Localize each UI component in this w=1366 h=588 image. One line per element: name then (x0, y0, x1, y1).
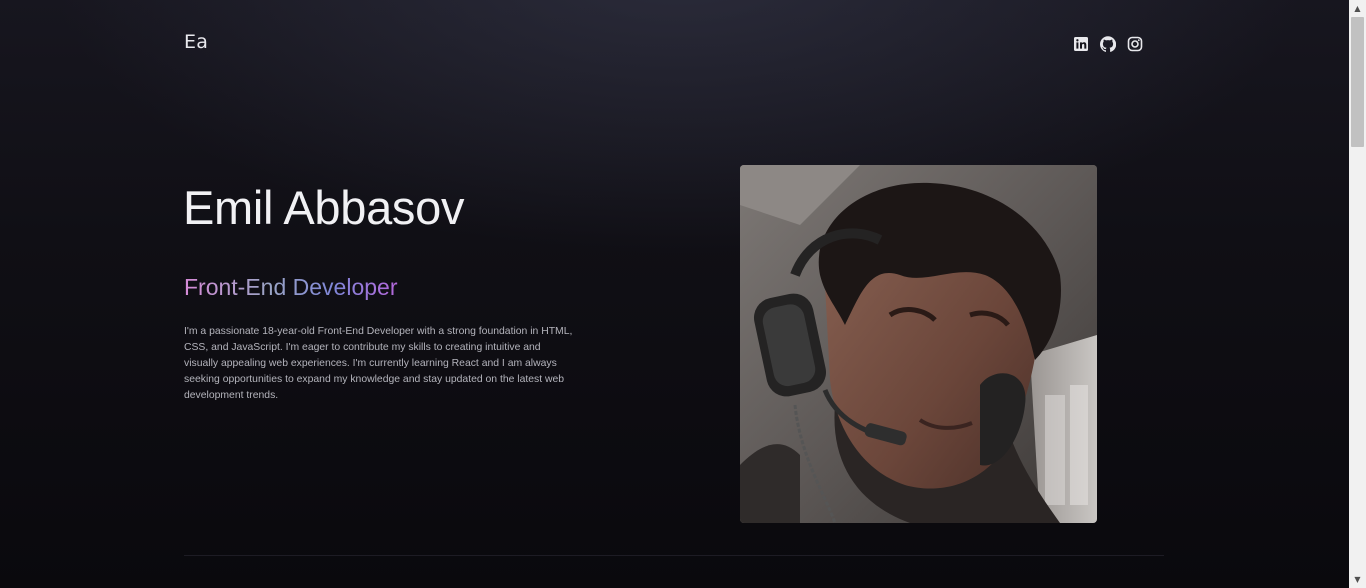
linkedin-icon[interactable] (1072, 35, 1089, 52)
scroll-down-arrow-icon[interactable]: ▼ (1349, 571, 1366, 588)
logo[interactable]: Ea (184, 31, 208, 53)
scrollbar[interactable]: ▲ ▼ (1349, 0, 1366, 588)
github-icon[interactable] (1099, 35, 1116, 52)
page-title: Emil Abbasov (183, 181, 465, 234)
profile-photo (740, 165, 1097, 523)
social-links (1072, 35, 1143, 52)
job-title: Front-End Developer (184, 274, 398, 300)
instagram-icon[interactable] (1126, 35, 1143, 52)
page: Ea Emil Abbasov Front-End Developer I'm … (0, 0, 1349, 588)
bio-text: I'm a passionate 18-year-old Front-End D… (184, 326, 573, 401)
section-divider (184, 555, 1164, 556)
scroll-up-arrow-icon[interactable]: ▲ (1349, 0, 1366, 17)
scroll-thumb[interactable] (1351, 17, 1364, 147)
